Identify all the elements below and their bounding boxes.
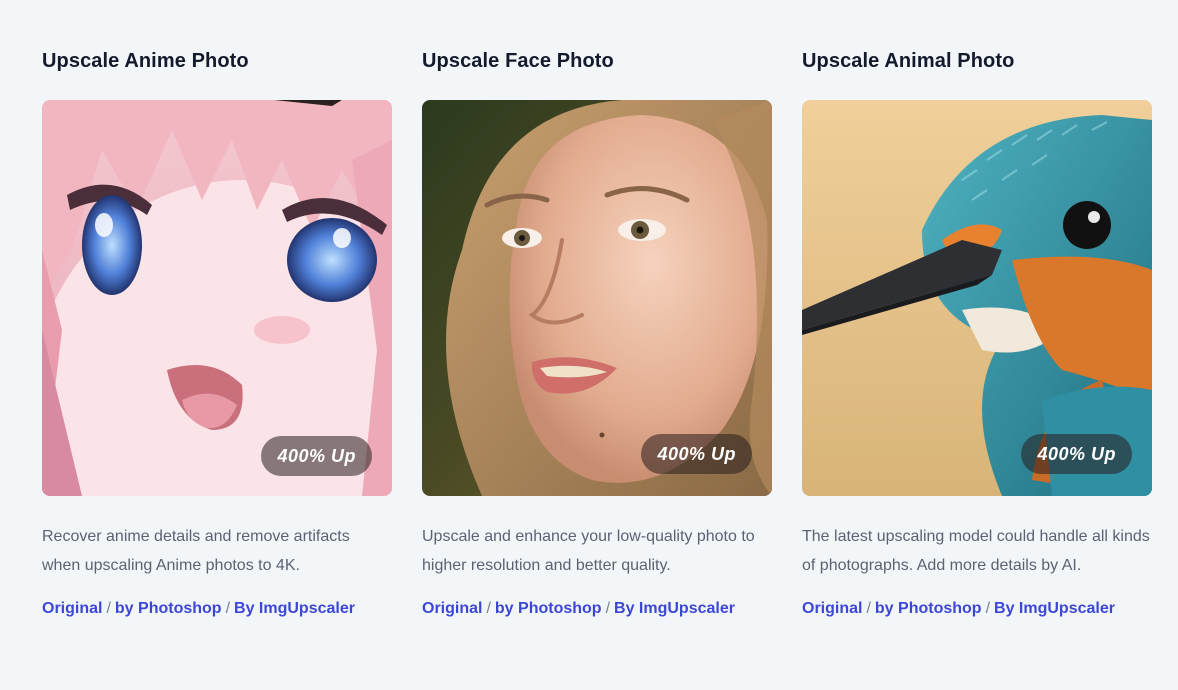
card-title: Upscale Face Photo xyxy=(422,50,614,72)
link-separator: / xyxy=(985,600,991,617)
link-separator: / xyxy=(866,600,871,617)
link-by-imgupscaler[interactable]: By ImgUpscaler xyxy=(614,600,735,617)
comparison-links: Original / by Photoshop / By ImgUpscaler xyxy=(802,597,1115,621)
face-photo: 400% Up xyxy=(422,100,772,496)
link-separator: / xyxy=(605,600,611,617)
showcase-grid: Upscale Anime Photo 400% Up Recover anim… xyxy=(42,0,1152,690)
card-title: Upscale Anime Photo xyxy=(42,50,249,72)
link-by-photoshop[interactable]: by Photoshop xyxy=(115,600,222,617)
link-original[interactable]: Original xyxy=(42,600,102,617)
link-by-imgupscaler[interactable]: By ImgUpscaler xyxy=(234,600,355,617)
animal-photo: 400% Up xyxy=(802,100,1152,496)
link-by-imgupscaler[interactable]: By ImgUpscaler xyxy=(994,600,1115,617)
link-separator: / xyxy=(486,600,491,617)
link-separator: / xyxy=(106,600,111,617)
comparison-links: Original / by Photoshop / By ImgUpscaler xyxy=(422,597,735,621)
link-by-photoshop[interactable]: by Photoshop xyxy=(495,600,602,617)
comparison-links: Original / by Photoshop / By ImgUpscaler xyxy=(42,597,355,621)
upscale-badge: 400% Up xyxy=(261,436,372,476)
card-description: Recover anime details and remove artifac… xyxy=(42,528,350,574)
link-original[interactable]: Original xyxy=(802,600,862,617)
upscale-badge: 400% Up xyxy=(1021,434,1132,474)
card-description: The latest upscaling model could handle … xyxy=(802,528,1150,574)
link-by-photoshop[interactable]: by Photoshop xyxy=(875,600,982,617)
anime-photo: 400% Up xyxy=(42,100,392,496)
upscale-badge: 400% Up xyxy=(641,434,752,474)
link-separator: / xyxy=(225,600,231,617)
card-description: Upscale and enhance your low-quality pho… xyxy=(422,528,755,574)
card-title: Upscale Animal Photo xyxy=(802,50,1015,72)
link-original[interactable]: Original xyxy=(422,600,482,617)
